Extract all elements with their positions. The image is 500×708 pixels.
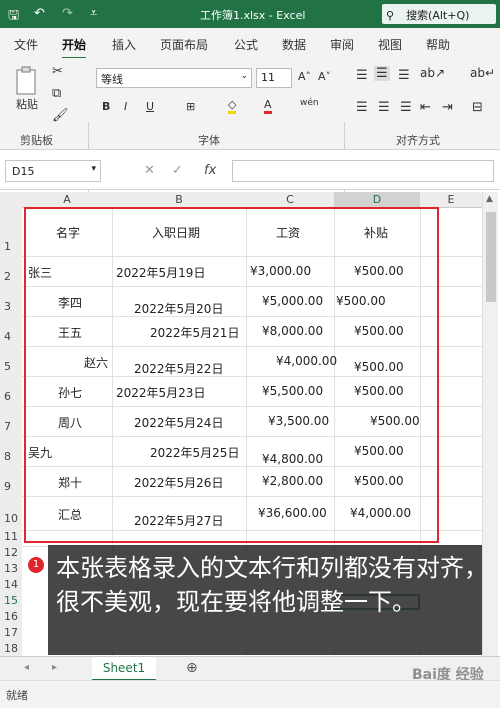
decrease-indent-icon[interactable]: ⇤ [420,100,431,115]
cut-icon[interactable]: ✂ [52,64,63,79]
window-title: 工作簿1.xlsx - Excel [200,9,306,22]
undo-icon[interactable]: ↶ [34,6,45,21]
highlight-box [24,207,439,543]
borders-icon[interactable]: ⊞ [186,100,195,113]
row-header[interactable]: 17 [0,626,22,642]
add-sheet-button[interactable]: ⊕ [186,660,198,676]
font-size-select[interactable]: 11 [256,68,292,88]
align-middle-icon[interactable]: ☰ [374,66,390,81]
scroll-up-icon[interactable]: ▲ [486,194,493,204]
row-header[interactable]: 11 [0,530,22,546]
align-left-icon[interactable]: ☰ [356,100,368,115]
tab-insert[interactable]: 插入 [112,36,136,53]
font-color-icon[interactable]: A [264,98,272,114]
merge-center-icon[interactable]: ⊟ [472,100,483,115]
tab-file[interactable]: 文件 [14,36,38,53]
shrink-font-button[interactable]: A˅ [318,70,331,83]
orientation-icon[interactable]: ab↗ [420,66,445,80]
insert-function-button[interactable]: fx [204,163,216,178]
row-header[interactable]: 4 [0,316,22,346]
status-bar: 就绪 [0,680,500,708]
row-header[interactable]: 1 [0,208,22,256]
row-header[interactable]: 5 [0,346,22,376]
column-header[interactable]: A [22,192,112,208]
scroll-thumb[interactable] [486,212,496,302]
enter-icon[interactable]: ✓ [172,163,183,178]
align-center-icon[interactable]: ☰ [378,100,390,115]
row-header[interactable]: 16 [0,610,22,626]
align-bottom-icon[interactable]: ☰ [398,68,410,83]
copy-icon[interactable]: ⧉ [52,86,61,101]
tab-formulas[interactable]: 公式 [234,36,258,53]
formula-input[interactable] [232,160,494,182]
phonetic-button[interactable]: wén [300,98,319,108]
row-header[interactable]: 9 [0,466,22,496]
font-group-label: 字体 [198,134,220,147]
row-header[interactable]: 18 [0,642,22,656]
paste-button[interactable]: 粘贴 [16,96,38,112]
annotation-text: 本张表格录入的文本行和列都没有对齐，很不美观，现在要将他调整一下。 [48,545,498,655]
row-header[interactable]: 13 [0,562,22,578]
row-header[interactable]: 6 [0,376,22,406]
sheet-tab-sheet1[interactable]: Sheet1 [92,657,156,681]
search-icon: ⚲ [386,9,395,22]
fill-color-icon[interactable]: ◇ [228,98,237,114]
row-header[interactable]: 2 [0,256,22,286]
tab-help[interactable]: 帮助 [426,36,450,53]
format-painter-icon[interactable]: 🖌 [52,108,69,123]
row-header[interactable]: 15 [0,594,22,610]
row-header[interactable]: 14 [0,578,22,594]
search-placeholder: 搜索(Alt+Q) [406,9,470,22]
column-header[interactable]: D [334,192,420,208]
tab-review[interactable]: 审阅 [330,36,354,53]
font-name-select[interactable]: 等线 ⌄ [96,68,252,88]
row-header[interactable]: 10 [0,496,22,530]
cancel-icon[interactable]: ✕ [144,163,155,178]
row-header[interactable]: 7 [0,406,22,436]
prev-sheet-icon[interactable]: ◂ [24,662,29,673]
name-box[interactable]: D15 ▾ [5,160,101,182]
italic-button[interactable]: I [124,100,127,113]
increase-indent-icon[interactable]: ⇥ [442,100,453,115]
chevron-down-icon: ⌄ [240,71,248,81]
ribbon-tabs: 文件 开始 插入 页面布局 公式 数据 审阅 视图 帮助 [0,28,500,59]
column-header[interactable]: E [420,192,482,208]
chevron-down-icon: ▾ [91,164,96,174]
status-text: 就绪 [6,689,28,702]
grow-font-button[interactable]: A˄ [298,70,311,83]
clipboard-group-label: 剪贴板 [20,134,53,147]
save-icon[interactable]: 🖫 [8,6,19,28]
align-right-icon[interactable]: ☰ [400,100,412,115]
bold-button[interactable]: B [102,100,110,113]
underline-button[interactable]: U [146,100,154,113]
tab-view[interactable]: 视图 [378,36,402,53]
formula-bar: D15 ▾ ✕ ✓ fx [0,150,500,190]
tab-data[interactable]: 数据 [282,36,306,53]
align-top-icon[interactable]: ☰ [356,68,368,83]
row-header[interactable]: 3 [0,286,22,316]
select-all-corner[interactable] [0,192,22,208]
row-header[interactable]: 12 [0,546,22,562]
tab-page-layout[interactable]: 页面布局 [160,36,208,53]
row-header[interactable]: 8 [0,436,22,466]
paste-icon[interactable] [14,66,40,96]
title-bar: 🖫 ↶ ↷ ⩡ 工作簿1.xlsx - Excel ⚲ 搜索(Alt+Q) [0,0,500,28]
tab-home[interactable]: 开始 [62,36,87,59]
search-input[interactable]: ⚲ 搜索(Alt+Q) [382,4,496,24]
font-name-value: 等线 [101,73,123,86]
font-size-value: 11 [261,71,275,84]
customize-icon[interactable]: ⩡ [90,6,97,21]
column-header[interactable]: C [246,192,334,208]
vertical-scrollbar[interactable]: ▲ [482,192,498,656]
step-badge: 1 [28,557,44,573]
wrap-text-icon[interactable]: ab↵ [470,66,495,80]
column-header[interactable]: B [112,192,246,208]
name-box-value: D15 [12,165,35,178]
next-sheet-icon[interactable]: ▸ [52,662,57,673]
redo-icon[interactable]: ↷ [62,6,73,21]
alignment-group-label: 对齐方式 [396,134,440,147]
